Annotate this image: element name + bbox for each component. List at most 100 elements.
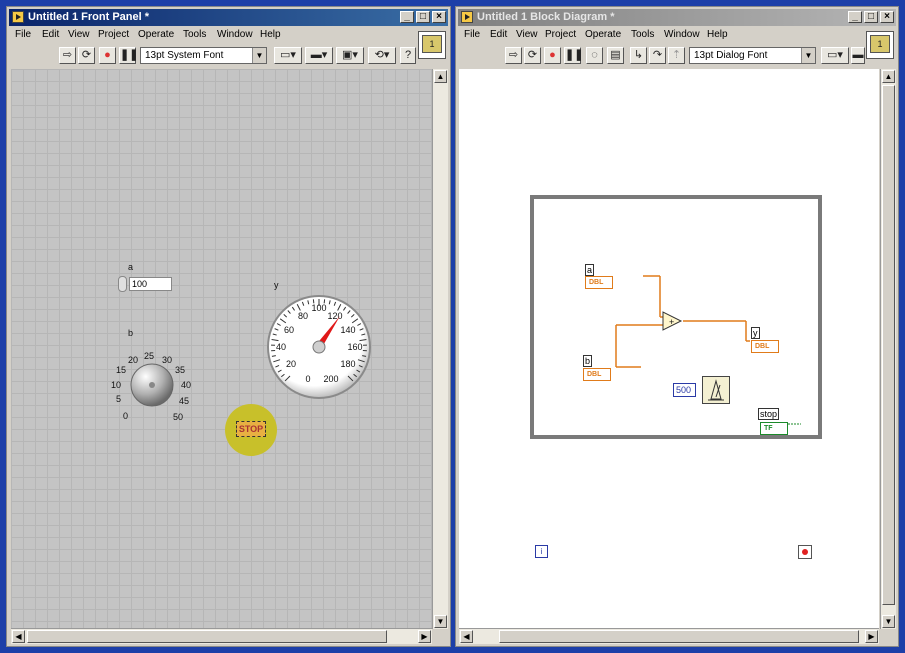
gauge-tick-40: 40 xyxy=(276,342,286,352)
step-out-icon[interactable]: ⇡ xyxy=(668,47,685,64)
retain-wire-values-icon[interactable]: ▤ xyxy=(607,47,624,64)
gauge-tick-140: 140 xyxy=(340,325,355,335)
menu-file[interactable]: File xyxy=(15,29,31,40)
scroll-up-icon[interactable]: ▲ xyxy=(434,70,447,83)
block-diagram-canvas[interactable]: + a DBL b DBL y DBL 500 stop TF i xyxy=(459,69,879,629)
font-selector[interactable]: 13pt Dialog Font ▼ xyxy=(689,47,816,64)
vertical-scrollbar[interactable]: ▲ ▼ xyxy=(880,69,896,629)
terminal-stop[interactable]: TF xyxy=(760,422,788,435)
abort-icon[interactable]: ● xyxy=(544,47,561,64)
horizontal-scroll-thumb[interactable] xyxy=(27,630,387,643)
gauge-tick-200: 200 xyxy=(323,374,338,384)
knob-tick-0: 0 xyxy=(123,411,128,421)
knob-tick-50: 50 xyxy=(173,412,183,422)
reorder-icon[interactable]: ⟲▾ xyxy=(368,47,396,64)
vi-icon[interactable]: 1 xyxy=(418,31,446,59)
front-panel-canvas[interactable]: a 100 b 0 5 10 15 20 25 30 35 40 45 50 y… xyxy=(11,69,432,629)
scroll-left-icon[interactable]: ◀ xyxy=(460,630,473,643)
menu-edit[interactable]: Edit xyxy=(490,29,507,40)
menu-operate[interactable]: Operate xyxy=(585,29,621,40)
scroll-right-icon[interactable]: ▶ xyxy=(865,630,878,643)
menu-project[interactable]: Project xyxy=(545,29,576,40)
menu-file[interactable]: File xyxy=(464,29,480,40)
knob-tick-20: 20 xyxy=(128,355,138,365)
menu-window[interactable]: Window xyxy=(664,29,700,40)
maximize-button[interactable]: □ xyxy=(416,11,430,23)
front-panel-titlebar[interactable]: Untitled 1 Front Panel * _ □ × xyxy=(9,9,448,26)
step-over-icon[interactable]: ↷ xyxy=(649,47,666,64)
menu-help[interactable]: Help xyxy=(707,29,728,40)
resize-objects-icon[interactable]: ▣▾ xyxy=(336,47,364,64)
menu-project[interactable]: Project xyxy=(98,29,129,40)
run-arrow-icon[interactable]: ⇨ xyxy=(59,47,76,64)
vertical-scrollbar[interactable]: ▲ ▼ xyxy=(432,69,448,629)
while-loop[interactable]: + xyxy=(530,195,824,441)
terminal-y[interactable]: DBL xyxy=(751,340,779,353)
pause-icon[interactable]: ❚❚ xyxy=(564,47,583,64)
scroll-down-icon[interactable]: ▼ xyxy=(434,615,447,628)
stop-button-text[interactable]: STOP xyxy=(236,421,266,437)
help-icon[interactable]: ? xyxy=(400,47,416,64)
menu-view[interactable]: View xyxy=(68,29,90,40)
align-objects-icon[interactable]: ▭▾ xyxy=(274,47,302,64)
close-button[interactable]: × xyxy=(432,11,446,23)
control-a-label: a xyxy=(128,262,134,272)
labview-window-icon xyxy=(461,11,473,23)
scroll-right-icon[interactable]: ▶ xyxy=(418,630,431,643)
menu-edit[interactable]: Edit xyxy=(42,29,59,40)
menu-tools[interactable]: Tools xyxy=(631,29,654,40)
increment-decrement-icon[interactable] xyxy=(118,276,127,292)
gauge-tick-0: 0 xyxy=(305,374,310,384)
run-continuously-icon[interactable]: ⟳ xyxy=(78,47,95,64)
distribute-objects-icon[interactable]: ▬▾ xyxy=(305,47,333,64)
menu-tools[interactable]: Tools xyxy=(183,29,206,40)
font-selector[interactable]: 13pt System Font ▼ xyxy=(140,47,267,64)
gauge-tick-20: 20 xyxy=(286,359,296,369)
menu-view[interactable]: View xyxy=(516,29,538,40)
abort-icon[interactable]: ● xyxy=(99,47,116,64)
menu-help[interactable]: Help xyxy=(260,29,281,40)
block-diagram-window: Untitled 1 Block Diagram * _ □ × File Ed… xyxy=(455,6,899,647)
knob-tick-25: 25 xyxy=(144,351,154,361)
scroll-up-icon[interactable]: ▲ xyxy=(882,70,895,83)
menu-window[interactable]: Window xyxy=(217,29,253,40)
control-b-label: b xyxy=(128,328,134,338)
distribute-objects-icon[interactable]: ▬ xyxy=(851,47,865,64)
gauge-y[interactable]: 0 20 40 60 80 100 120 140 160 180 200 xyxy=(264,292,374,402)
menu-operate[interactable]: Operate xyxy=(138,29,174,40)
terminal-stop-label: stop xyxy=(758,408,780,420)
terminal-a[interactable]: DBL xyxy=(585,276,613,289)
align-objects-icon[interactable]: ▭▾ xyxy=(821,47,849,64)
terminal-b[interactable]: DBL xyxy=(583,368,611,381)
terminal-y-label: y xyxy=(751,327,760,339)
gauge-tick-60: 60 xyxy=(284,325,294,335)
step-into-icon[interactable]: ↳ xyxy=(630,47,647,64)
wait-ms-icon[interactable] xyxy=(702,376,730,404)
run-continuously-icon[interactable]: ⟳ xyxy=(524,47,541,64)
stop-button[interactable]: STOP xyxy=(225,404,277,456)
minimize-button[interactable]: _ xyxy=(400,11,414,23)
control-a-value[interactable]: 100 xyxy=(129,277,172,291)
highlight-execution-icon[interactable]: ◌ xyxy=(586,47,603,64)
gauge-tick-160: 160 xyxy=(347,342,362,352)
vertical-scroll-thumb[interactable] xyxy=(882,85,895,605)
horizontal-scrollbar[interactable]: ◀ ▶ xyxy=(459,628,879,644)
knob-b[interactable]: 0 5 10 15 20 25 30 35 40 45 50 xyxy=(106,342,196,422)
close-button[interactable]: × xyxy=(880,11,894,23)
loop-condition-terminal[interactable] xyxy=(798,545,812,559)
block-diagram-titlebar[interactable]: Untitled 1 Block Diagram * _ □ × xyxy=(458,9,896,26)
gauge-tick-80: 80 xyxy=(298,311,308,321)
vi-icon[interactable]: 1 xyxy=(866,31,894,59)
terminal-a-label: a xyxy=(585,264,595,276)
pause-icon[interactable]: ❚❚ xyxy=(119,47,138,64)
scroll-left-icon[interactable]: ◀ xyxy=(12,630,25,643)
iteration-terminal[interactable]: i xyxy=(535,545,548,558)
horizontal-scroll-thumb[interactable] xyxy=(499,630,859,643)
minimize-button[interactable]: _ xyxy=(848,11,862,23)
horizontal-scrollbar[interactable]: ◀ ▶ xyxy=(11,628,432,644)
scroll-down-icon[interactable]: ▼ xyxy=(882,615,895,628)
run-arrow-icon[interactable]: ⇨ xyxy=(505,47,522,64)
maximize-button[interactable]: □ xyxy=(864,11,878,23)
wait-constant[interactable]: 500 xyxy=(673,383,696,397)
while-loop-frame: + xyxy=(530,195,822,439)
